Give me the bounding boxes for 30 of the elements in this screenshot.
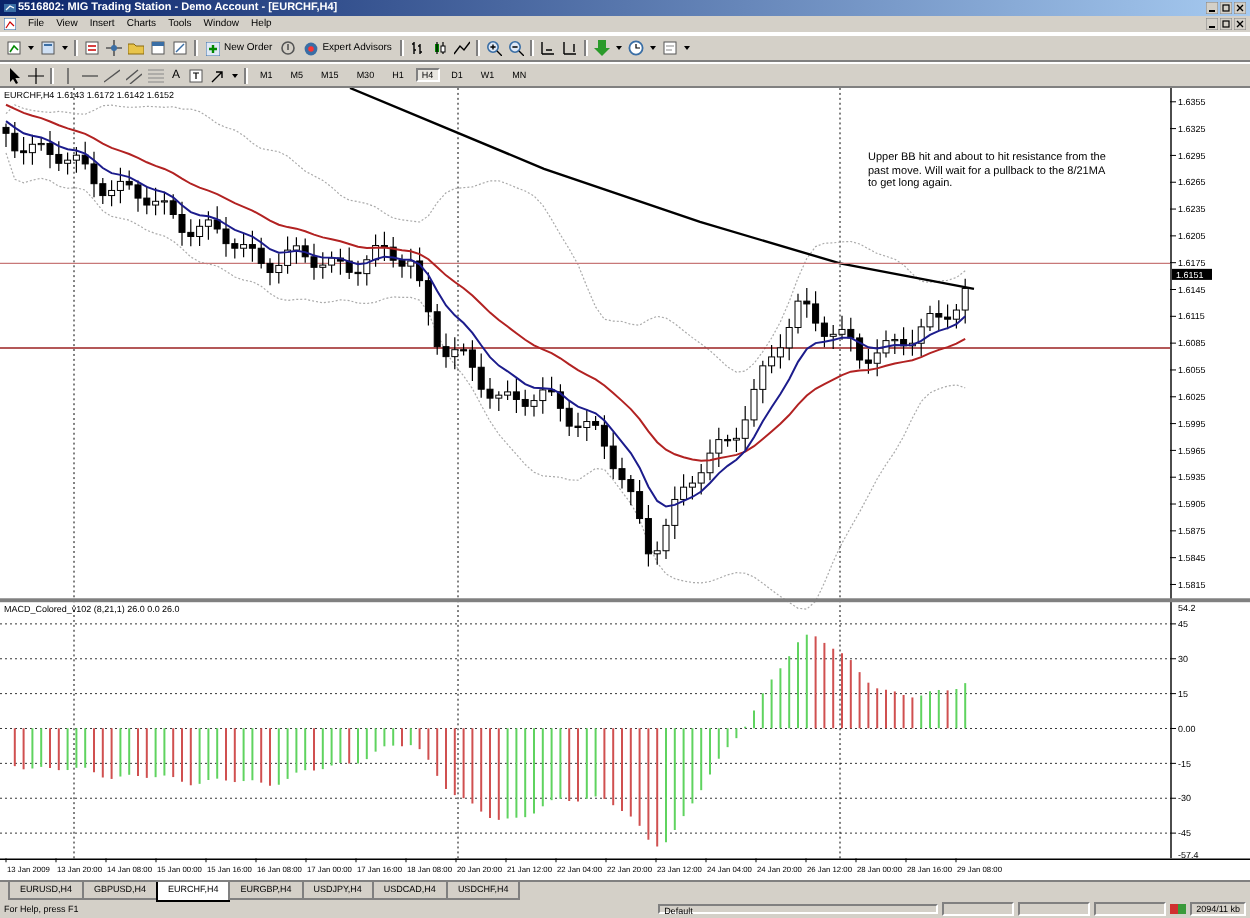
caret-icon[interactable] xyxy=(28,44,34,52)
arrow-icon[interactable] xyxy=(210,67,227,83)
cursor-icon[interactable] xyxy=(6,67,22,83)
restore-icon[interactable] xyxy=(1220,18,1232,30)
caret-icon[interactable] xyxy=(62,44,68,52)
caret-icon[interactable] xyxy=(232,71,239,79)
line-chart-icon[interactable] xyxy=(453,40,470,56)
close-icon[interactable] xyxy=(1234,18,1246,30)
bar-chart-icon[interactable] xyxy=(409,40,426,56)
connection-icon xyxy=(1170,903,1187,913)
caret-icon[interactable] xyxy=(683,44,690,52)
clock-icon[interactable] xyxy=(627,40,644,56)
plus-icon xyxy=(206,41,220,55)
restore-icon[interactable] xyxy=(1220,2,1232,14)
caret-icon[interactable] xyxy=(615,44,622,52)
window-icon[interactable] xyxy=(150,40,166,56)
text-label-icon[interactable] xyxy=(188,67,205,83)
close-icon[interactable] xyxy=(1234,2,1246,14)
caret-icon[interactable] xyxy=(649,44,656,52)
new-chart-icon[interactable] xyxy=(6,40,22,56)
crosshair-icon[interactable] xyxy=(28,67,44,83)
minimize-icon[interactable] xyxy=(1206,18,1218,30)
trend-line-icon[interactable] xyxy=(104,67,120,83)
app-icon xyxy=(4,2,16,14)
zoom-out-icon[interactable] xyxy=(507,40,524,56)
minimize-icon[interactable] xyxy=(1206,2,1218,14)
chart-window-icon[interactable] xyxy=(172,40,188,56)
candle-chart-icon[interactable] xyxy=(431,40,448,56)
zoom-in-icon[interactable] xyxy=(485,40,502,56)
channel-icon[interactable] xyxy=(126,67,142,83)
